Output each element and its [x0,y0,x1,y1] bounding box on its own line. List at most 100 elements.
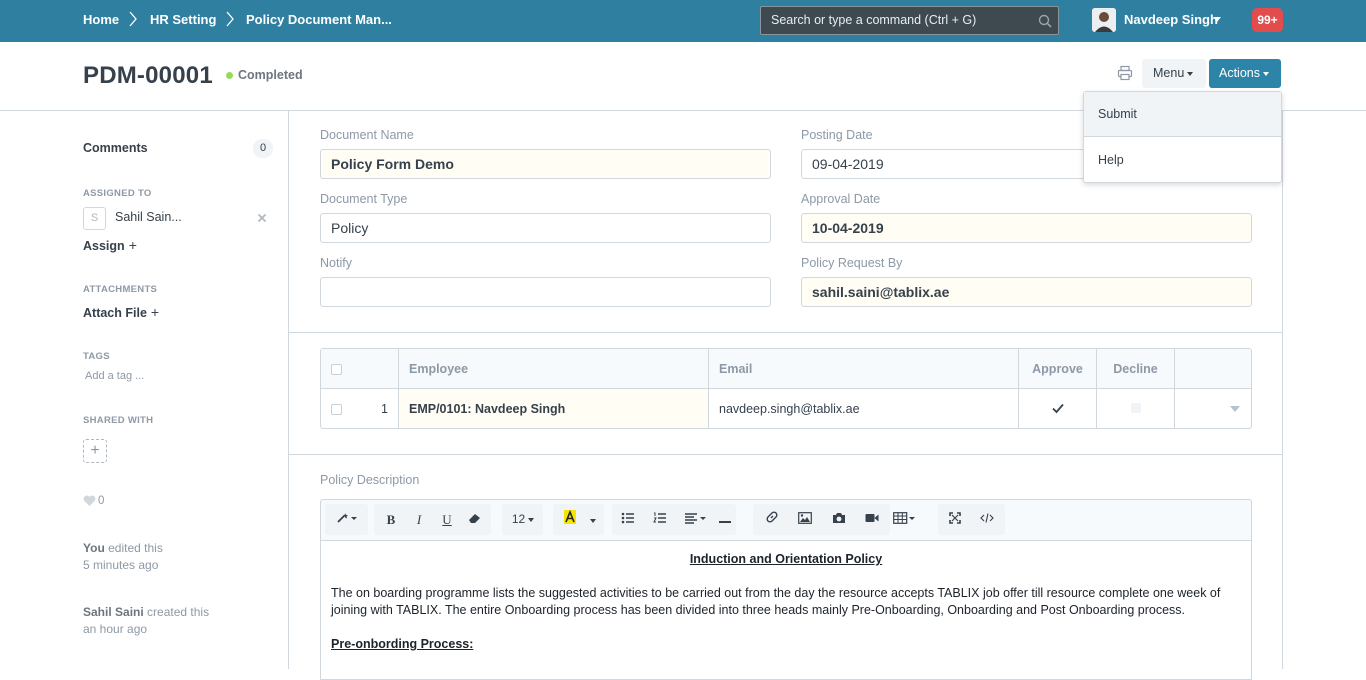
notify-label: Notify [320,256,352,270]
fullscreen-icon[interactable] [941,504,969,535]
dropdown-item-submit[interactable]: Submit [1084,92,1281,136]
document-type-field[interactable]: Policy [320,213,771,243]
timeline-time: an hour ago [83,622,148,636]
row-select-cell: 1 [321,389,399,428]
employee-cell[interactable]: EMP/0101: Navdeep Singh [399,389,709,428]
email-cell[interactable]: navdeep.singh@tablix.ae [709,389,1019,428]
print-icon[interactable] [1117,65,1133,81]
approve-cell[interactable] [1019,389,1097,428]
policy-request-by-label: Policy Request By [801,256,903,270]
grid-header-actions [1175,349,1251,389]
breadcrumb-policy-document[interactable]: Policy Document Man... [246,12,392,27]
editor-paragraph: The on boarding programme lists the sugg… [331,586,1221,617]
row-checkbox[interactable] [331,404,342,415]
status-label: Completed [238,68,303,82]
actions-button[interactable]: Actions [1209,59,1281,88]
notifications-badge[interactable]: 99+ [1252,8,1283,32]
timeline-entry: Sahil Saini created this an hour ago [83,604,209,638]
assign-label: Assign [83,239,125,253]
link-icon[interactable] [758,504,786,535]
menu-button[interactable]: Menu [1142,59,1206,88]
camera-icon[interactable] [825,504,853,535]
search-input[interactable] [771,13,1031,27]
section-divider [289,454,1282,455]
grid-header-employee: Employee [399,349,709,389]
numbered-list-icon[interactable] [646,504,674,535]
image-icon[interactable] [791,504,819,535]
shared-with-label: SHARED WITH [83,415,154,426]
font-color-dropdown[interactable] [581,504,601,535]
heart-icon[interactable] [83,495,96,507]
decline-checkbox[interactable] [1131,403,1141,413]
search-icon [1038,14,1052,28]
add-tag-input[interactable]: Add a tag ... [85,370,144,382]
attach-file-button[interactable]: Attach File + [83,304,159,320]
eraser-icon[interactable] [461,504,489,535]
bullet-list-icon[interactable] [614,504,642,535]
approval-date-label: Approval Date [801,192,881,206]
timeline-action: created this [147,605,210,619]
form-sidebar: Comments 0 ASSIGNED TO S Sahil Sain... A… [0,111,288,669]
code-view-icon[interactable] [973,504,1001,535]
decline-cell[interactable] [1097,389,1175,428]
caret-down-icon [1263,71,1269,76]
document-type-label: Document Type [320,192,408,206]
policy-request-by-field[interactable]: sahil.saini@tablix.ae [801,277,1252,307]
timeline-time: 5 minutes ago [83,558,159,572]
breadcrumb-home[interactable]: Home [83,12,119,27]
horizontal-rule-icon[interactable] [717,504,733,535]
italic-icon[interactable]: I [405,504,433,535]
caret-down-icon [1187,71,1194,76]
user-name[interactable]: Navdeep Singh [1124,12,1218,27]
chevron-down-icon[interactable] [1213,17,1221,22]
table-row[interactable]: 1 EMP/0101: Navdeep Singh navdeep.singh@… [321,389,1251,428]
employee-grid: Employee Email Approve Decline 1 EMP/010… [320,348,1252,429]
table-icon[interactable] [887,504,923,535]
assigned-to-label: ASSIGNED TO [83,188,152,199]
bold-icon[interactable]: B [377,504,405,535]
top-navbar: Home HR Setting Policy Document Man... N… [0,0,1366,42]
tags-label: TAGS [83,351,110,362]
underline-icon[interactable]: U [433,504,461,535]
font-size-value: 12 [511,512,526,526]
grid-header-decline: Decline [1097,349,1175,389]
actions-button-label: Actions [1219,66,1260,80]
section-divider [289,332,1282,333]
chevron-right-icon [226,11,234,27]
grid-header-email: Email [709,349,1019,389]
grid-header-select [321,349,399,389]
grid-header: Employee Email Approve Decline [321,349,1251,389]
assign-button[interactable]: Assign + [83,237,137,253]
comments-label[interactable]: Comments [83,141,148,155]
posting-date-label: Posting Date [801,128,873,142]
timeline-entry: You edited this 5 minutes ago [83,540,163,574]
video-icon[interactable] [858,504,886,535]
document-name-field[interactable]: Policy Form Demo [320,149,771,179]
style-magic-icon[interactable] [329,504,365,535]
row-expand-icon[interactable] [1230,406,1240,412]
font-size-select[interactable]: 12 [505,504,541,535]
timeline-actor: Sahil Saini [83,605,144,619]
attachments-label: ATTACHMENTS [83,284,158,295]
caret-down-icon [589,518,596,523]
page-title: PDM-00001 [83,62,213,89]
approval-date-field[interactable]: 10-04-2019 [801,213,1252,243]
font-color-icon[interactable] [556,504,584,535]
breadcrumb-hr-setting[interactable]: HR Setting [150,12,216,27]
user-avatar[interactable] [1092,8,1116,32]
align-icon[interactable] [678,504,714,535]
form-main: Document Name Policy Form Demo Posting D… [288,111,1283,680]
dropdown-item-help[interactable]: Help [1084,138,1281,182]
search-box[interactable] [760,6,1059,35]
notify-field[interactable] [320,277,771,307]
caret-down-icon [528,517,535,522]
plus-icon: + [128,237,137,253]
menu-button-label: Menu [1153,66,1185,80]
editor-toolbar: B I U 12 [320,499,1252,541]
assignee-name[interactable]: Sahil Sain... [115,210,182,224]
document-name-label: Document Name [320,128,414,142]
select-all-checkbox[interactable] [331,364,342,375]
policy-description-editor[interactable]: Induction and Orientation Policy The on … [320,540,1252,680]
add-share-button[interactable]: + [83,439,107,463]
remove-assignment-icon[interactable] [257,213,267,223]
